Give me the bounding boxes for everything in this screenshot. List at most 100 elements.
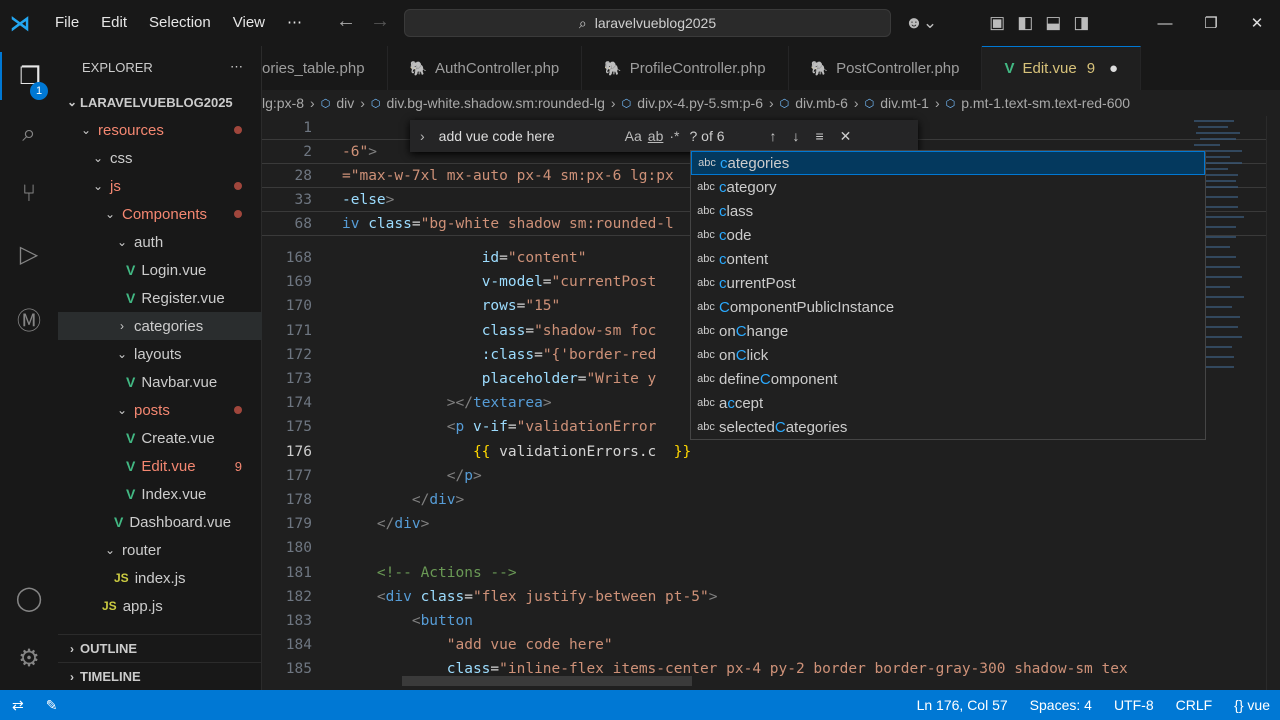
editor-tab[interactable]: ories_table.php <box>262 46 388 90</box>
breadcrumb-item[interactable]: lg:px-8 <box>262 95 304 111</box>
menu-item-4[interactable]: ⋯ <box>276 0 313 46</box>
language-mode[interactable]: {} vue <box>1234 697 1270 713</box>
find-in-selection-icon[interactable]: ≡ <box>816 128 824 144</box>
tree-item[interactable]: V Login.vue <box>58 256 262 284</box>
explorer-icon[interactable]: ❐ 1 <box>0 52 58 100</box>
copilot-status-icon[interactable]: ✎ <box>46 697 58 714</box>
close-find-icon[interactable]: ✕ <box>840 128 852 145</box>
extension-m-icon[interactable]: Ⓜ <box>0 294 58 342</box>
breadcrumb-item[interactable]: p.mt-1.text-sm.text-red-600 <box>961 95 1130 111</box>
find-input[interactable]: add vue code here <box>439 128 619 144</box>
code-line[interactable]: 183 <button <box>262 609 1280 633</box>
tree-item[interactable]: JS index.js <box>58 564 262 592</box>
forward-arrow-icon[interactable]: → <box>370 10 390 33</box>
tree-item[interactable]: V Dashboard.vue <box>58 508 262 536</box>
editor-tab[interactable]: 🐘 ProfileController.php <box>582 46 789 90</box>
account-icon[interactable]: ◯ <box>0 574 58 622</box>
activity-bar: ❐ 1 ⌕ ⑂ ▷ Ⓜ ◯ ⚙ <box>0 46 58 690</box>
command-center-search[interactable]: ⌕ laravelvueblog2025 <box>404 9 891 37</box>
code-line[interactable]: 184 "add vue code here" <box>262 633 1280 657</box>
menu-item-0[interactable]: File <box>44 0 90 46</box>
settings-gear-icon[interactable]: ⚙ <box>0 634 58 682</box>
more-actions-icon[interactable]: ⋯ <box>230 59 243 75</box>
suggestion-item[interactable]: abc define Component <box>691 367 1205 391</box>
search-view-icon[interactable]: ⌕ <box>0 110 58 158</box>
menu-item-3[interactable]: View <box>222 0 276 46</box>
copilot-icon[interactable]: ☻⌄ <box>905 13 937 33</box>
editor-tab[interactable]: 🐘 AuthController.php <box>388 46 583 90</box>
tree-item[interactable]: ⌄ auth <box>58 228 262 256</box>
suggestion-item[interactable]: abc on Click <box>691 343 1205 367</box>
tree-item[interactable]: V Index.vue <box>58 480 262 508</box>
suggestion-item[interactable]: abc c ontent <box>691 247 1205 271</box>
suggestion-item[interactable]: abc c ode <box>691 223 1205 247</box>
cursor-position[interactable]: Ln 176, Col 57 <box>917 697 1008 713</box>
editor-tab[interactable]: V Edit.vue 9 ● <box>982 46 1142 90</box>
toggle-secondary-sidebar-icon[interactable]: ◨ <box>1073 13 1089 33</box>
outline-section[interactable]: › OUTLINE <box>58 634 262 662</box>
encoding[interactable]: UTF-8 <box>1114 697 1154 713</box>
breadcrumb-item[interactable]: div.mb-6 <box>795 95 848 111</box>
suggestion-item[interactable]: abc c ategories <box>691 151 1205 175</box>
breadcrumb-item[interactable]: div <box>336 95 354 111</box>
minimize-icon[interactable]: — <box>1142 15 1188 32</box>
code-line[interactable]: 182 <div class="flex justify-between pt-… <box>262 585 1280 609</box>
toggle-sidebar-icon[interactable]: ◧ <box>1017 13 1033 33</box>
tree-item[interactable]: ⌄ resources <box>58 116 262 144</box>
suggestion-item[interactable]: abc c lass <box>691 199 1205 223</box>
run-debug-icon[interactable]: ▷ <box>0 230 58 278</box>
tree-item[interactable]: ⌄ Components <box>58 200 262 228</box>
breadcrumb-item[interactable]: div.mt-1 <box>880 95 929 111</box>
unsaved-dot-icon[interactable]: ● <box>1109 60 1118 77</box>
tree-item[interactable]: ⌄ router <box>58 536 262 564</box>
code-line[interactable]: 176 {{ validationErrors.c }} <box>262 440 1280 464</box>
suggestion-item[interactable]: abc ComponentPublicInstance <box>691 295 1205 319</box>
tree-item[interactable]: JS app.js <box>58 592 262 620</box>
regex-toggle[interactable]: ·* <box>669 128 679 144</box>
tree-item[interactable]: › categories <box>58 312 262 340</box>
indentation[interactable]: Spaces: 4 <box>1030 697 1092 713</box>
end-of-line[interactable]: CRLF <box>1176 697 1213 713</box>
tree-item[interactable]: ⌄ js <box>58 172 262 200</box>
toggle-panel-icon[interactable]: ⬓ <box>1045 13 1061 33</box>
suggestion-item[interactable]: abc c urrentPost <box>691 271 1205 295</box>
restore-icon[interactable]: ❐ <box>1188 14 1234 32</box>
code-line[interactable]: 180 <box>262 536 1280 560</box>
previous-match-icon[interactable]: ↑ <box>770 128 777 144</box>
timeline-section[interactable]: › TIMELINE <box>58 662 262 690</box>
tree-item[interactable]: ⌄ layouts <box>58 340 262 368</box>
layout-icon[interactable]: ▣ <box>989 13 1005 33</box>
whole-word-toggle[interactable]: ab <box>648 128 664 144</box>
tree-item[interactable]: V Create.vue <box>58 424 262 452</box>
editor-tab[interactable]: 🐘 PostController.php <box>789 46 983 90</box>
menu-item-1[interactable]: Edit <box>90 0 138 46</box>
tree-item[interactable]: ⌄ posts <box>58 396 262 424</box>
vertical-scrollbar[interactable] <box>1266 116 1280 690</box>
tree-item-label: Login.vue <box>141 261 207 279</box>
workspace-root[interactable]: ⌄ LARAVELVUEBLOG2025 <box>58 88 262 116</box>
match-case-toggle[interactable]: Aa <box>625 128 642 144</box>
remote-indicator[interactable]: ⇄ ✎ <box>0 690 76 720</box>
breadcrumb-item[interactable]: div.px-4.py-5.sm:p-6 <box>637 95 763 111</box>
tree-item[interactable]: V Edit.vue 9 <box>58 452 262 480</box>
source-control-icon[interactable]: ⑂ <box>0 170 58 218</box>
menu-item-2[interactable]: Selection <box>138 0 222 46</box>
suggestion-item[interactable]: abc a c cept <box>691 391 1205 415</box>
tree-item[interactable]: V Navbar.vue <box>58 368 262 396</box>
breadcrumb-item[interactable]: div.bg-white.shadow.sm:rounded-lg <box>387 95 605 111</box>
horizontal-scrollbar[interactable] <box>402 676 692 686</box>
code-line[interactable]: 179 </div> <box>262 512 1280 536</box>
suggestion-item[interactable]: abc selected Categories <box>691 415 1205 439</box>
suggestion-item[interactable]: abc on Change <box>691 319 1205 343</box>
toggle-replace-icon[interactable]: › <box>420 128 425 144</box>
back-arrow-icon[interactable]: ← <box>336 10 356 33</box>
tree-item[interactable]: V Register.vue <box>58 284 262 312</box>
code-line[interactable]: 181 <!-- Actions --> <box>262 561 1280 585</box>
close-icon[interactable]: ✕ <box>1234 14 1280 32</box>
code-line[interactable]: 178 </div> <box>262 488 1280 512</box>
tree-item[interactable]: ⌄ css <box>58 144 262 172</box>
remote-icon[interactable]: ⇄ <box>12 697 24 714</box>
suggestion-item[interactable]: abc c ategory <box>691 175 1205 199</box>
code-line[interactable]: 177 </p> <box>262 464 1280 488</box>
next-match-icon[interactable]: ↓ <box>793 128 800 144</box>
